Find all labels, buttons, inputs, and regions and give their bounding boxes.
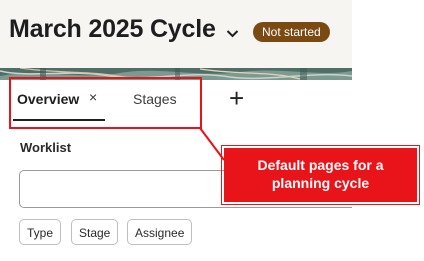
filter-chip-type[interactable]: Type — [19, 219, 62, 245]
planning-cycle-page: March 2025 Cycle Not started Overview × … — [0, 0, 352, 261]
callout-line-1: Default pages for a — [257, 157, 384, 173]
filter-chip-assignee[interactable]: Assignee — [127, 219, 193, 245]
page-title: March 2025 Cycle — [9, 15, 216, 43]
page-header: March 2025 Cycle Not started — [0, 0, 352, 68]
callout-highlight-box — [9, 77, 202, 129]
filter-chip-stage[interactable]: Stage — [71, 219, 119, 245]
worklist-heading: Worklist — [20, 140, 72, 155]
chevron-down-icon[interactable] — [226, 25, 239, 43]
callout-label: Default pages for a planning cycle — [224, 148, 417, 202]
callout-line-2: planning cycle — [271, 175, 370, 191]
status-badge: Not started — [253, 22, 330, 42]
plus-icon[interactable]: + — [229, 85, 244, 111]
